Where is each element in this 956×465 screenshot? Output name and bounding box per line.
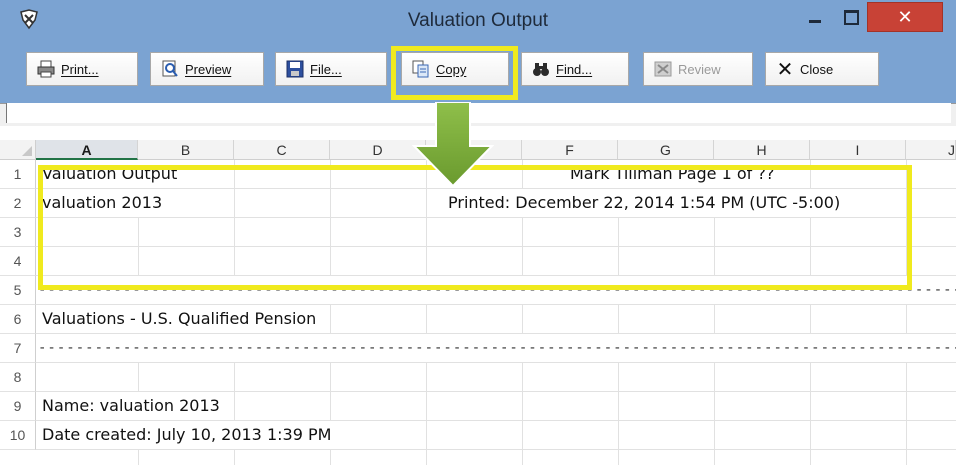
copy-highlight-box (391, 46, 518, 100)
gridline (36, 449, 956, 450)
column-header-j[interactable]: J (906, 140, 956, 160)
row-header-2[interactable]: 2 (0, 189, 36, 218)
cell-a10[interactable]: Date created: July 10, 2013 1:39 PM (42, 421, 336, 449)
select-all-corner[interactable] (0, 140, 36, 160)
close-icon: ✕ (897, 6, 913, 28)
file-label: File... (310, 61, 342, 77)
row-header-3[interactable]: 3 (0, 218, 36, 247)
preview-button[interactable]: Preview (150, 52, 264, 86)
find-label: Find... (556, 61, 593, 77)
title-bar: Valuation Output ✕ (0, 0, 956, 43)
close-button[interactable]: ✕ Close (765, 52, 879, 86)
row-header-8[interactable]: 8 (0, 363, 36, 392)
cell-a7[interactable]: ----------------------------------------… (38, 334, 956, 362)
review-label: Review (678, 61, 721, 77)
column-header-a[interactable]: A (36, 140, 138, 160)
preview-label: Preview (185, 61, 232, 77)
find-button[interactable]: Find... (521, 52, 629, 86)
minimize-icon (809, 19, 821, 23)
file-button[interactable]: File... (275, 52, 387, 86)
column-header-c[interactable]: C (234, 140, 330, 160)
column-header-i[interactable]: I (810, 140, 906, 160)
maximize-icon (843, 9, 859, 25)
review-button[interactable]: Review (643, 52, 753, 86)
print-button[interactable]: Print... (26, 52, 138, 86)
printer-icon (37, 60, 55, 78)
column-header-f[interactable]: F (522, 140, 618, 160)
row-header-6[interactable]: 6 (0, 305, 36, 334)
close-x-icon: ✕ (776, 58, 794, 81)
window-close-button[interactable]: ✕ (867, 2, 943, 32)
cell-a9[interactable]: Name: valuation 2013 (42, 392, 224, 420)
column-header-g[interactable]: G (618, 140, 714, 160)
binoculars-icon (532, 60, 550, 78)
row-header-5[interactable]: 5 (0, 276, 36, 305)
column-header-b[interactable]: B (138, 140, 234, 160)
gridline (36, 362, 956, 363)
row-header-4[interactable]: 4 (0, 247, 36, 276)
floppy-disk-icon (286, 60, 304, 78)
row-header-7[interactable]: 7 (0, 334, 36, 363)
minimize-button[interactable] (797, 0, 833, 34)
row-header-1[interactable]: 1 (0, 160, 36, 189)
preview-icon (161, 60, 179, 78)
down-arrow-icon (412, 102, 494, 188)
row-header-9[interactable]: 9 (0, 392, 36, 421)
cell-a6[interactable]: Valuations - U.S. Qualified Pension (42, 305, 321, 333)
row-header-10[interactable]: 10 (0, 421, 36, 450)
column-header-h[interactable]: H (714, 140, 810, 160)
close-label: Close (800, 61, 834, 77)
review-icon (654, 60, 672, 78)
maximize-button[interactable] (833, 0, 869, 34)
print-label: Print... (61, 61, 99, 77)
